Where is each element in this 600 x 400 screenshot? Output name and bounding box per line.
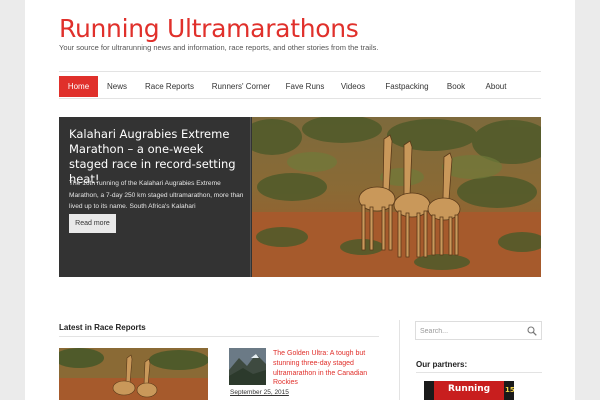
- site-tagline: Your source for ultrarunning news and in…: [59, 43, 379, 52]
- partner-banner-title: Running: [448, 384, 491, 394]
- nav-item-videos[interactable]: Videos: [333, 76, 373, 97]
- partners-heading: Our partners:: [416, 360, 468, 369]
- read-more-button[interactable]: Read more: [69, 214, 116, 233]
- partners-divider: [416, 372, 542, 373]
- featured-caption-panel: Kalahari Augrabies Extreme Marathon – a …: [59, 117, 251, 277]
- sidebar-divider: [399, 320, 400, 400]
- nav-item-home[interactable]: Home: [59, 76, 98, 97]
- latest-post-image[interactable]: [59, 348, 208, 400]
- featured-slider: Kalahari Augrabies Extreme Marathon – a …: [59, 117, 541, 277]
- nav-item-fastpacking[interactable]: Fastpacking: [377, 76, 437, 97]
- partner-banner-year: 15: [505, 386, 514, 394]
- latest-post-title[interactable]: The Golden Ultra: A tough but stunning t…: [273, 349, 383, 388]
- latest-post-date[interactable]: September 25, 2015: [230, 389, 289, 396]
- main-nav: Home News Race Reports Runners' Corner F…: [59, 71, 541, 99]
- section-divider: [59, 336, 379, 337]
- search-input[interactable]: [420, 324, 520, 338]
- golden-ultra-thumbnail[interactable]: [229, 348, 266, 385]
- nav-item-book[interactable]: Book: [440, 76, 472, 97]
- featured-giraffes-image[interactable]: [252, 117, 541, 277]
- nav-item-race-reports[interactable]: Race Reports: [138, 76, 201, 97]
- nav-item-runners-corner[interactable]: Runners' Corner: [205, 76, 277, 97]
- page-container: Running Ultramarathons Your source for u…: [25, 0, 575, 400]
- site-title[interactable]: Running Ultramarathons: [59, 14, 359, 43]
- nav-item-fave-runs[interactable]: Fave Runs: [280, 76, 330, 97]
- sidebar-search: [415, 321, 542, 340]
- partner-banner-ad[interactable]: Running 15: [424, 381, 514, 400]
- search-icon[interactable]: [527, 326, 537, 336]
- latest-race-reports-heading: Latest in Race Reports: [59, 323, 146, 332]
- featured-excerpt: The 16th running of the Kalahari Augrabi…: [69, 180, 244, 210]
- nav-item-about[interactable]: About: [476, 76, 516, 97]
- nav-item-news[interactable]: News: [99, 76, 135, 97]
